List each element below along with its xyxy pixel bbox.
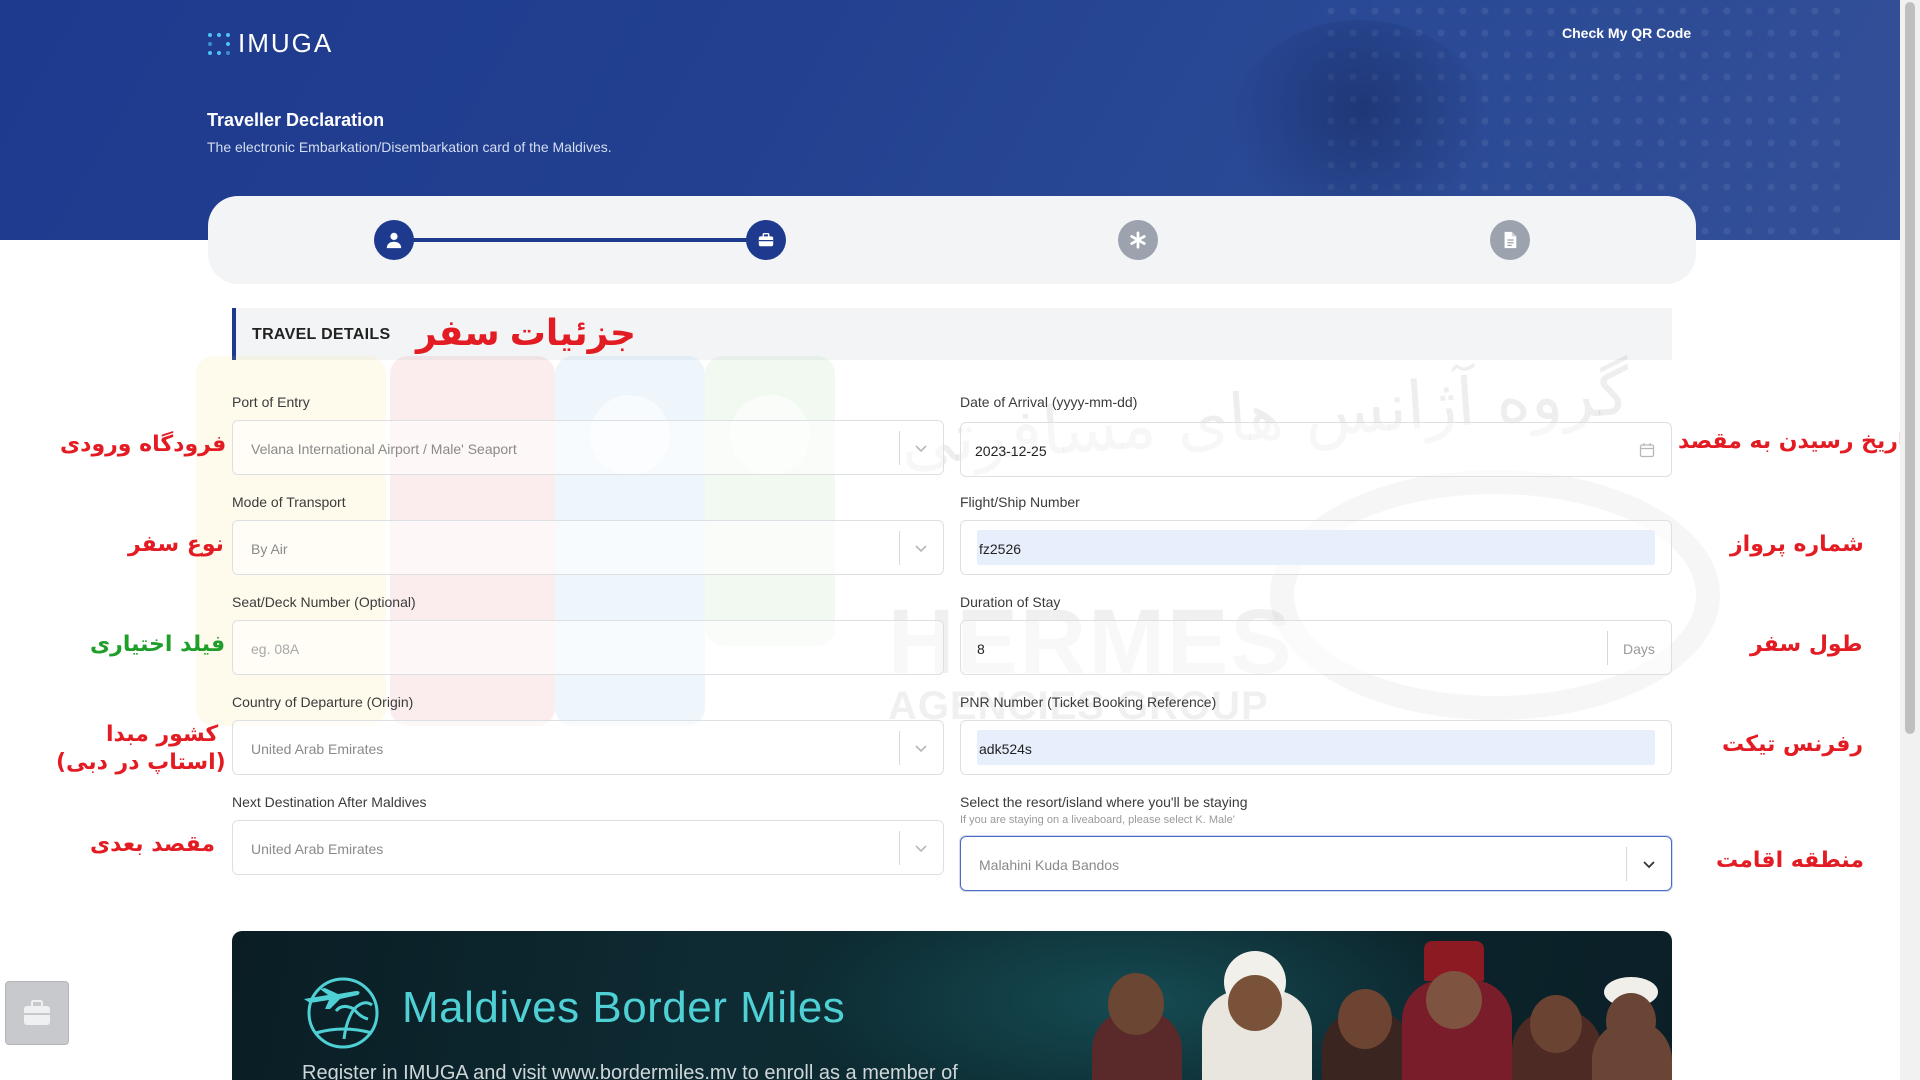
border-miles-banner[interactable]: Maldives Border Miles Register in IMUGA …: [232, 931, 1672, 1080]
resort-hint: If you are staying on a liveaboard, plea…: [960, 814, 1235, 826]
country-of-departure-annotation-2: (استاپ در دبی): [56, 750, 226, 775]
duration-of-stay-annotation: طول سفر: [1750, 632, 1863, 657]
port-of-entry-value: Velana International Airport / Male' Sea…: [251, 441, 517, 457]
step-travel-details[interactable]: [746, 220, 786, 260]
stepper-progress-line: [394, 238, 766, 242]
document-icon: [1504, 231, 1517, 249]
duration-of-stay-label: Duration of Stay: [960, 594, 1061, 610]
resort-label: Select the resort/island where you'll be…: [960, 794, 1248, 810]
flight-number-input[interactable]: fz2526: [960, 520, 1672, 575]
banner-people-image: [1052, 931, 1672, 1080]
flight-number-value: fz2526: [979, 541, 1022, 557]
country-of-departure-select[interactable]: United Arab Emirates: [232, 720, 944, 775]
date-of-arrival-annotation: تاریخ رسیدن به مقصد: [1678, 429, 1915, 454]
section-title: TRAVEL DETAILS: [252, 326, 391, 343]
chevron-down-icon: [915, 745, 927, 753]
scrollbar-thumb[interactable]: [1905, 2, 1915, 734]
mode-of-transport-value: By Air: [251, 541, 288, 557]
page-scrollbar[interactable]: [1900, 0, 1920, 1080]
chevron-down-icon: [1643, 861, 1655, 869]
country-of-departure-annotation: کشور مبدا: [106, 722, 219, 747]
floating-briefcase-button[interactable]: [5, 981, 69, 1045]
port-of-entry-label: Port of Entry: [232, 394, 310, 410]
flight-number-label: Flight/Ship Number: [960, 494, 1080, 510]
resort-value: Malahini Kuda Bandos: [979, 857, 1120, 873]
resort-annotation: منطقه اقامت: [1716, 848, 1864, 873]
mode-of-transport-label: Mode of Transport: [232, 494, 346, 510]
next-destination-annotation: مقصد بعدی: [90, 832, 216, 857]
briefcase-icon: [758, 232, 774, 247]
banner-title: Maldives Border Miles: [402, 983, 846, 1032]
seat-number-input[interactable]: eg. 08A: [232, 620, 944, 675]
seat-number-label: Seat/Deck Number (Optional): [232, 594, 416, 610]
country-of-departure-value: United Arab Emirates: [251, 741, 384, 757]
asterisk-icon: [1130, 231, 1146, 249]
mode-of-transport-select[interactable]: By Air: [232, 520, 944, 575]
next-destination-value: United Arab Emirates: [251, 841, 384, 857]
chevron-down-icon: [915, 845, 927, 853]
check-qr-code-link[interactable]: Check My QR Code: [1562, 25, 1691, 41]
port-of-entry-select[interactable]: Velana International Airport / Male' Sea…: [232, 420, 944, 475]
port-of-entry-annotation: فرودگاه ورودی: [60, 432, 227, 457]
chevron-down-icon: [915, 545, 927, 553]
section-annotation: جزئیات سفر: [416, 312, 636, 353]
step-personal-details[interactable]: [374, 220, 414, 260]
travel-details-header: TRAVEL DETAILS جزئیات سفر: [232, 308, 1672, 360]
briefcase-icon: [24, 1000, 50, 1025]
border-miles-logo-icon: [304, 977, 379, 1049]
banner-text: Register in IMUGA and visit www.bordermi…: [302, 1062, 958, 1080]
next-destination-label: Next Destination After Maldives: [232, 794, 427, 810]
chevron-down-icon: [915, 445, 927, 453]
duration-of-stay-input[interactable]: 8 Days: [960, 620, 1672, 675]
imuga-logo[interactable]: IMUGA: [208, 28, 333, 59]
page-subtitle: The electronic Embarkation/Disembarkatio…: [207, 139, 612, 155]
pnr-number-label: PNR Number (Ticket Booking Reference): [960, 694, 1217, 710]
date-of-arrival-label: Date of Arrival (yyyy-mm-dd): [960, 394, 1138, 410]
next-destination-select[interactable]: United Arab Emirates: [232, 820, 944, 875]
mode-of-transport-annotation: نوع سفر: [128, 532, 224, 557]
step-review[interactable]: [1490, 220, 1530, 260]
country-of-departure-label: Country of Departure (Origin): [232, 694, 414, 710]
duration-unit-label: Days: [1623, 641, 1655, 657]
progress-stepper: [208, 196, 1696, 284]
resort-select[interactable]: Malahini Kuda Bandos: [960, 836, 1672, 891]
step-health-declaration[interactable]: [1118, 220, 1158, 260]
duration-of-stay-value: 8: [977, 641, 985, 657]
pnr-number-annotation: رفرنس تیکت: [1722, 732, 1864, 757]
calendar-icon[interactable]: [1639, 442, 1655, 458]
user-icon: [386, 232, 402, 249]
seat-number-annotation: فیلد اختیاری: [90, 632, 226, 657]
pnr-number-input[interactable]: adk524s: [960, 720, 1672, 775]
date-of-arrival-input[interactable]: 2023-12-25: [960, 422, 1672, 477]
seat-number-placeholder: eg. 08A: [251, 641, 300, 657]
page-title: Traveller Declaration: [207, 110, 385, 130]
date-of-arrival-value: 2023-12-25: [975, 443, 1047, 459]
imuga-logo-icon: [208, 32, 230, 55]
pnr-number-value: adk524s: [979, 741, 1032, 757]
flight-number-annotation: شماره پرواز: [1730, 532, 1864, 557]
logo-text: IMUGA: [238, 28, 334, 58]
